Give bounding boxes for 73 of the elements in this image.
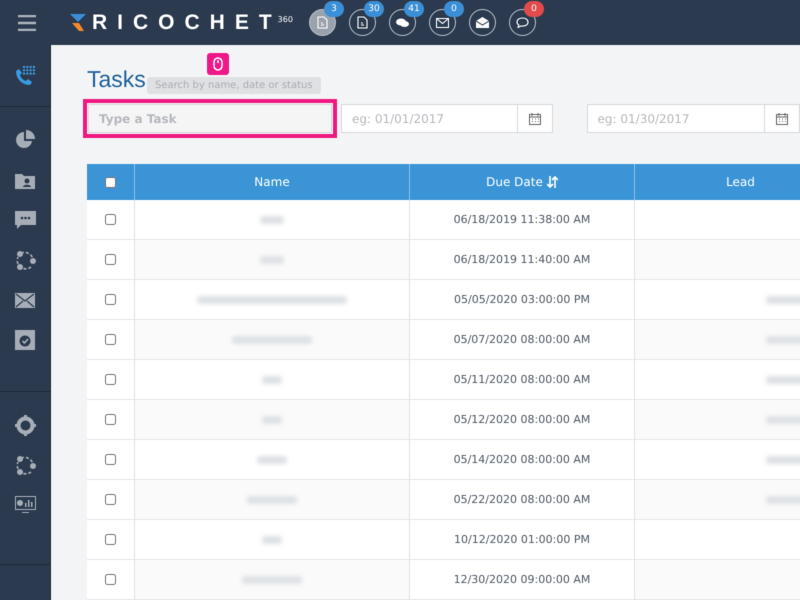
row-checkbox[interactable]: [105, 294, 116, 305]
pie-chart-icon: [15, 130, 35, 150]
row-checkbox[interactable]: [105, 574, 116, 585]
blurred-text: [262, 376, 282, 384]
table-cell: 06/18/2019 11:40:00 AM: [410, 240, 635, 280]
sidebar-item[interactable]: [14, 454, 36, 476]
table-cell: 05/12/2020 08:00:00 AM: [410, 400, 635, 440]
monitor-chart-icon: [14, 496, 36, 514]
mail-icon: [436, 18, 449, 28]
phone-keypad-icon: [14, 64, 36, 86]
start-date-field[interactable]: eg: 01/01/2017: [341, 104, 518, 133]
row-checkbox[interactable]: [105, 414, 116, 425]
chat-icon: [396, 18, 409, 28]
row-checkbox[interactable]: [105, 454, 116, 465]
table-cell: 05/11/2020 08:00:00 AM: [410, 360, 635, 400]
row-checkbox[interactable]: [105, 254, 116, 265]
chat-icon: [14, 210, 36, 230]
count-badge: 30: [364, 1, 384, 17]
count-badge: 0: [524, 1, 544, 17]
calendar-icon: [776, 112, 788, 124]
table-cell: 05/22/2020 08:00:00 AM: [410, 480, 635, 520]
table-cell: 12/30/2020 09:00:00 AM: [410, 560, 635, 600]
blurred-text: [247, 496, 297, 504]
table-cell: 05/05/2020 03:00:00 PM: [410, 280, 635, 320]
sidebar-item[interactable]: [14, 494, 36, 516]
blurred-text: [260, 216, 284, 224]
blurred-text: [257, 456, 287, 464]
calendar-icon: [528, 112, 541, 124]
row-checkbox[interactable]: [105, 534, 116, 545]
task-search-field[interactable]: Type a Task: [88, 104, 332, 133]
table-cell: 10/12/2020 01:00:00 PM: [410, 520, 635, 560]
mail-icon: [15, 292, 35, 308]
column-header[interactable]: Due Date: [410, 164, 635, 200]
phone-keypad-button[interactable]: [14, 64, 36, 86]
document-icon: [356, 16, 368, 29]
menu-icon[interactable]: [18, 14, 36, 30]
sidebar-item[interactable]: [14, 249, 36, 271]
row-checkbox[interactable]: [105, 374, 116, 385]
row-checkbox[interactable]: [105, 494, 116, 505]
notification-button[interactable]: [468, 9, 496, 36]
document-icon: [316, 16, 328, 29]
table-cell: 05/14/2020 08:00:00 AM: [410, 440, 635, 480]
end-date-field[interactable]: eg: 01/30/2017: [586, 104, 765, 133]
sidebar-item[interactable]: [14, 209, 36, 231]
count-badge: 0: [444, 1, 464, 17]
select-all-checkbox[interactable]: [105, 176, 116, 188]
sidebar-item[interactable]: [14, 129, 36, 151]
count-badge: 3: [324, 1, 344, 17]
logo-icon: [70, 14, 86, 31]
blurred-text: [242, 576, 302, 584]
column-header[interactable]: Name: [135, 164, 410, 200]
page-title: Tasks: [87, 66, 146, 93]
blurred-text: [260, 256, 284, 264]
blurred-text: [262, 536, 282, 544]
count-badge: 41: [404, 1, 424, 17]
table-cell: 06/18/2019 11:38:00 AM: [410, 200, 635, 240]
settings-icon: [14, 414, 36, 436]
sidebar-item[interactable]: [14, 329, 36, 351]
brand-superscript: 360: [278, 14, 293, 24]
contact-folder-icon: [15, 172, 35, 188]
task-check-icon: [15, 330, 35, 350]
blurred-text: [262, 416, 282, 424]
open-mail-icon: [476, 17, 489, 28]
row-checkbox[interactable]: [105, 334, 116, 345]
calendar-button[interactable]: [765, 104, 800, 133]
row-checkbox[interactable]: [105, 214, 116, 225]
sidebar-item[interactable]: [14, 414, 36, 436]
column-header[interactable]: Lead: [635, 164, 800, 200]
share-icon: [14, 250, 36, 270]
speech-bubble-icon: [516, 17, 529, 28]
share-icon: [14, 454, 36, 476]
table-cell: 05/07/2020 08:00:00 AM: [410, 320, 635, 360]
calendar-button[interactable]: [518, 104, 553, 133]
